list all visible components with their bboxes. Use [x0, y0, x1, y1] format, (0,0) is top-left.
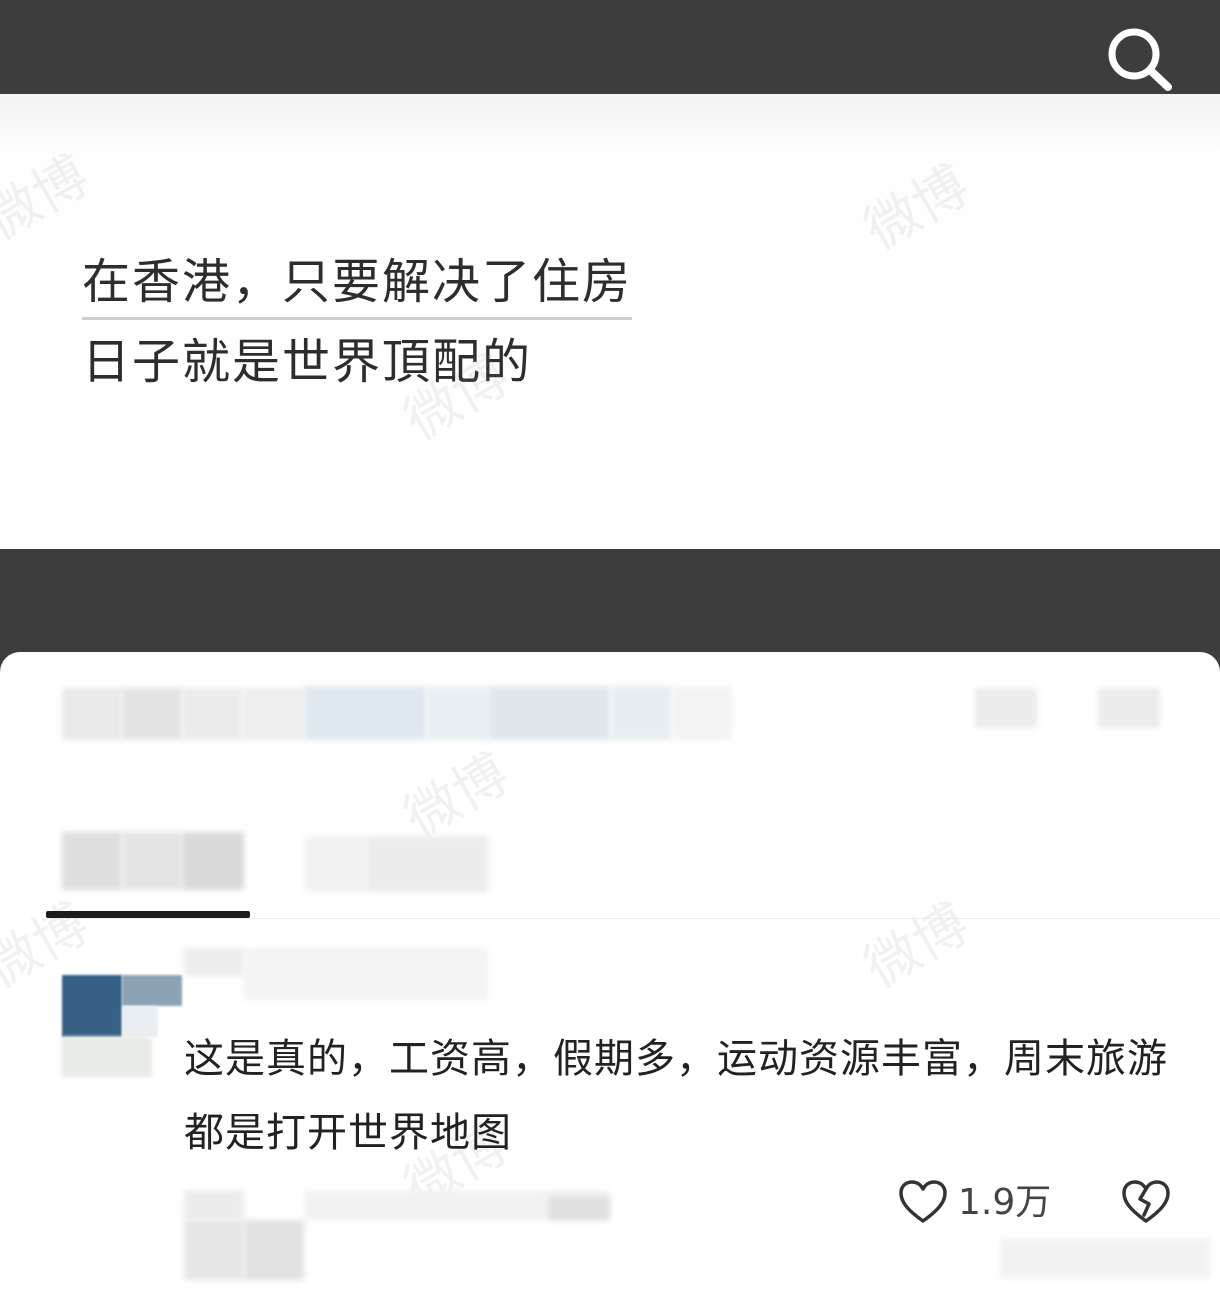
top-bar: [0, 0, 1220, 94]
tab-active-indicator: [46, 911, 250, 918]
comment-text: 这是真的，工资高，假期多，运动资源丰富，周末旅游都是打开世界地图: [184, 1036, 1168, 1156]
video-caption: 在香港，只要解决了住房 日子就是世界頂配的: [82, 242, 633, 402]
watermark: 微博: [853, 891, 980, 1001]
search-icon[interactable]: [1102, 24, 1176, 94]
heart-icon[interactable]: [898, 1179, 948, 1225]
broken-heart-icon[interactable]: [1120, 1179, 1172, 1225]
watermark: 微博: [0, 143, 100, 253]
watermark: 微博: [393, 741, 520, 851]
video-frame[interactable]: 在香港，只要解决了住房 日子就是世界頂配的 微博 微博 微博: [0, 94, 1220, 549]
like-count: 1.9万: [958, 1182, 1052, 1223]
watermark: 微博: [853, 153, 980, 263]
divider: [46, 918, 1220, 919]
caption-line-2: 日子就是世界頂配的: [82, 334, 533, 390]
caption-line-1: 在香港，只要解决了住房: [82, 247, 633, 320]
